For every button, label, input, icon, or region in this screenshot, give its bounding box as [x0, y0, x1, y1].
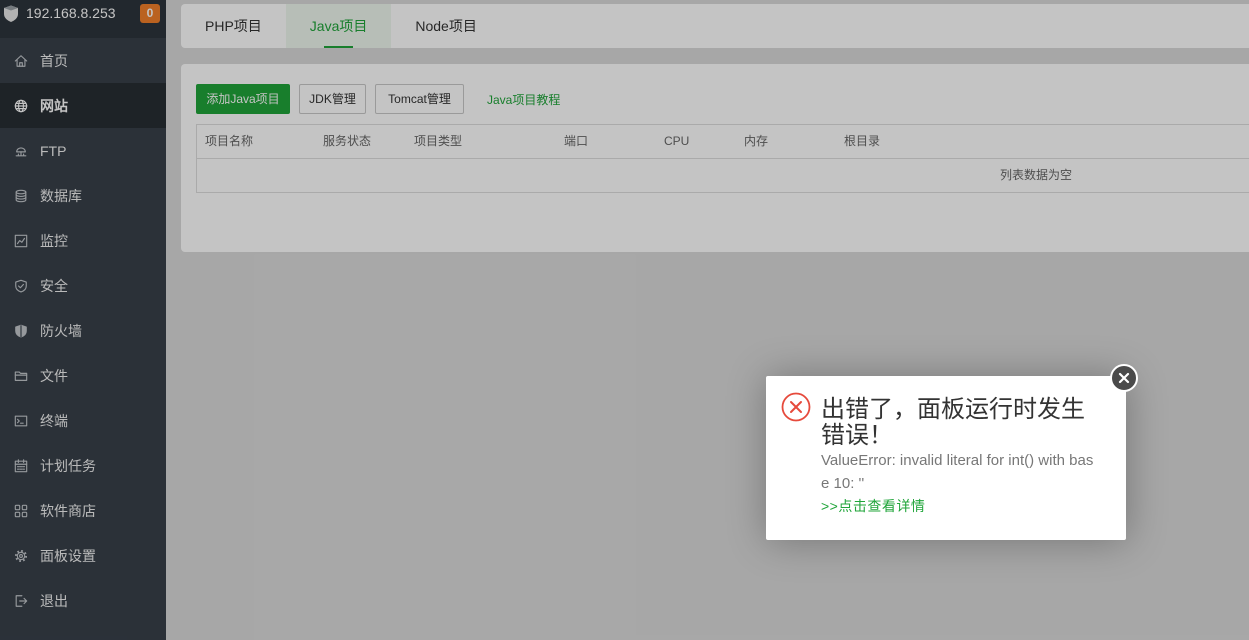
close-dialog-button[interactable]: [1110, 364, 1138, 392]
close-icon: [1118, 372, 1130, 384]
error-dialog-body: 出错了，面板运行时发生错误！ ValueError: invalid liter…: [821, 397, 1101, 517]
error-title: 出错了，面板运行时发生错误！: [821, 396, 1085, 449]
error-dialog: 出错了，面板运行时发生错误！ ValueError: invalid liter…: [766, 364, 1138, 540]
error-circle-icon: [781, 392, 811, 422]
error-message: ValueError: invalid literal for int() wi…: [821, 452, 1094, 492]
modal-overlay: [0, 0, 1249, 640]
view-details-link[interactable]: >>点击查看详情: [821, 495, 925, 517]
